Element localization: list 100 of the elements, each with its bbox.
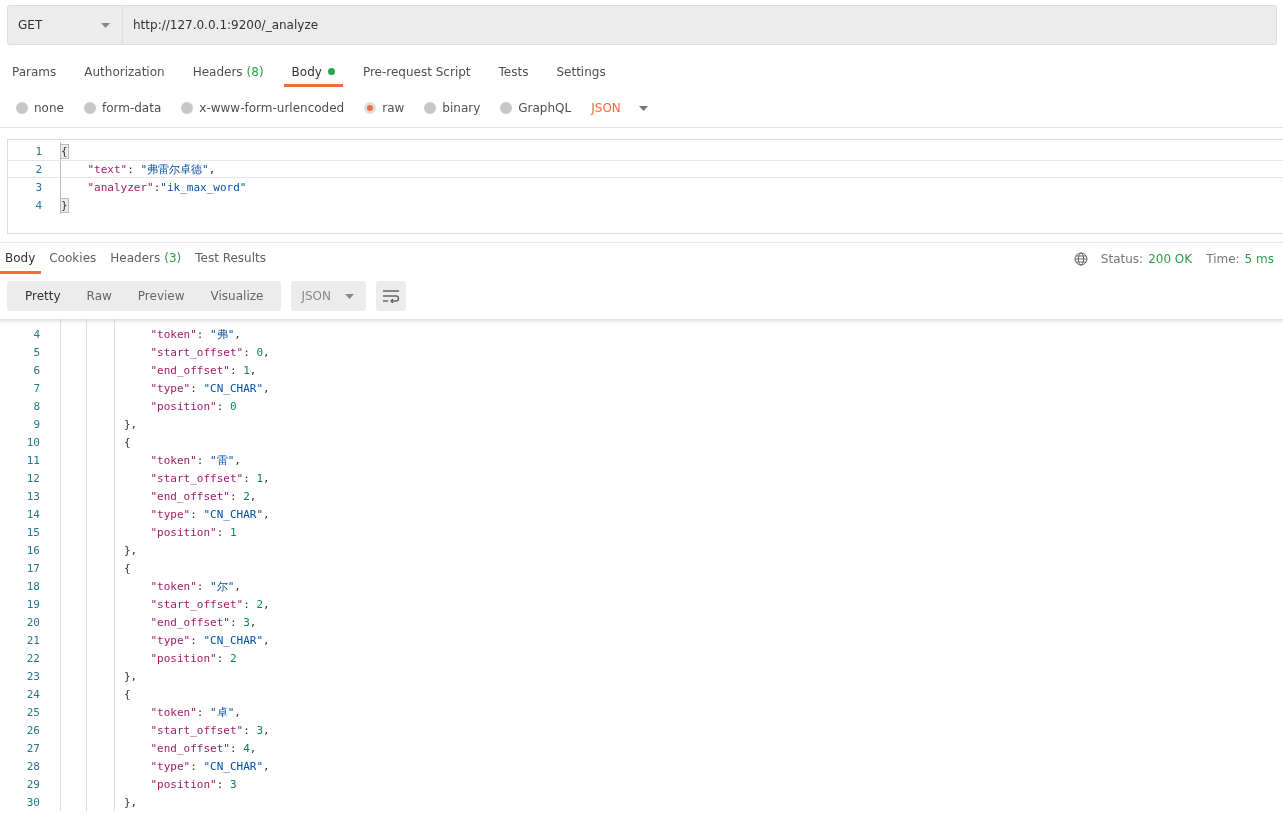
request-tab[interactable]: Settings <box>548 59 614 87</box>
line-number: 9 <box>32 417 41 431</box>
json-number: 4 <box>243 741 250 755</box>
code-editor[interactable]: 1 { 2 "text": "弗雷尔卓德", 3 "analyzer":"ik_max_word" 4 } <box>7 139 1283 234</box>
json-punctuation: : <box>190 381 198 395</box>
caret-icon <box>345 293 354 299</box>
json-key: "end_offset" <box>71 615 230 629</box>
json-key: "start_offset" <box>71 597 244 611</box>
json-key: "end_offset" <box>71 489 230 503</box>
request-tab[interactable]: Tests <box>490 59 537 87</box>
json-punctuation: : <box>127 162 135 176</box>
radio-label: binary <box>442 101 481 115</box>
line-number: 25 <box>25 705 41 719</box>
json-string: "CN_CHAR" <box>203 759 264 773</box>
json-key: "position" <box>71 777 217 791</box>
json-punctuation: }, <box>122 795 138 809</box>
status-value: 200 OK <box>1148 252 1193 266</box>
json-punctuation: , <box>234 705 241 719</box>
json-punctuation: , <box>263 471 270 485</box>
json-punctuation: , <box>249 741 257 755</box>
json-punctuation: : <box>196 327 205 341</box>
request-tab[interactable]: Authorization <box>76 59 173 87</box>
json-number: 0 <box>229 399 237 413</box>
time-value: 5 ms <box>1244 252 1274 266</box>
json-punctuation: : <box>153 180 161 194</box>
response-tab[interactable]: Headers (3) <box>105 244 188 274</box>
json-string: "卓" <box>210 704 235 720</box>
line-number: 14 <box>25 507 41 521</box>
method-dropdown[interactable]: GET <box>7 5 123 45</box>
radio-label: none <box>34 101 64 115</box>
line-number: 5 <box>32 345 41 359</box>
url-field[interactable]: http://127.0.0.1:9200/_analyze <box>123 5 1277 45</box>
line-number: 15 <box>25 525 41 539</box>
json-punctuation: { <box>122 687 131 701</box>
body-type-radio[interactable]: raw <box>364 101 405 115</box>
json-key: "analyzer" <box>61 180 154 194</box>
time-label: Time: <box>1206 252 1240 266</box>
json-key: "position" <box>71 651 217 665</box>
json-key: "end_offset" <box>71 363 230 377</box>
globe-icon[interactable] <box>1073 252 1088 266</box>
json-punctuation: : <box>229 489 238 503</box>
json-string: "CN_CHAR" <box>203 381 264 395</box>
line-number: 19 <box>25 597 41 611</box>
line-number: 28 <box>25 759 41 773</box>
wrap-icon <box>382 289 400 303</box>
json-punctuation: : <box>216 399 225 413</box>
json-key: "position" <box>71 525 217 539</box>
json-punctuation: : <box>216 651 225 665</box>
view-mode-button[interactable]: Preview <box>124 281 198 311</box>
json-punctuation: { <box>122 561 131 575</box>
body-type-radio[interactable]: none <box>16 101 64 115</box>
body-type-radio[interactable]: GraphQL <box>500 101 572 115</box>
json-punctuation: , <box>234 327 241 341</box>
json-key: "start_offset" <box>71 723 244 737</box>
line-number: 29 <box>25 777 41 791</box>
json-punctuation: , <box>263 633 270 647</box>
request-tab[interactable]: Pre-request Script <box>354 59 479 87</box>
json-number: 1 <box>229 525 237 539</box>
line-number: 4 <box>32 327 41 341</box>
line-number: 12 <box>25 471 41 485</box>
line-number: 6 <box>32 363 41 377</box>
json-string: "弗雷尔卓德" <box>140 161 209 177</box>
json-punctuation: }, <box>122 669 138 683</box>
json-punctuation: , <box>263 597 270 611</box>
json-brace: } <box>61 198 68 212</box>
view-mode-button[interactable]: Visualize <box>197 281 277 311</box>
line-number: 27 <box>25 741 41 755</box>
line-number: 4 <box>34 198 43 212</box>
format-label: JSON <box>591 101 621 115</box>
line-number: 23 <box>25 669 41 683</box>
body-type-radio[interactable]: form-data <box>83 101 162 115</box>
response-tab[interactable]: Cookies <box>44 244 103 274</box>
json-number: 2 <box>243 489 250 503</box>
request-tab[interactable]: Body <box>283 59 343 87</box>
json-punctuation: , <box>234 453 241 467</box>
json-string: "CN_CHAR" <box>203 507 264 521</box>
response-tab[interactable]: Body <box>0 244 42 274</box>
radio-label: form-data <box>101 101 162 115</box>
line-number: 3 <box>34 180 43 194</box>
json-punctuation: : <box>190 633 198 647</box>
json-punctuation: , <box>234 579 241 593</box>
request-tab[interactable]: Headers (8) <box>184 59 272 87</box>
json-key: "token" <box>71 579 197 593</box>
view-mode-button[interactable]: Raw <box>73 281 125 311</box>
json-string: "尔" <box>210 578 235 594</box>
json-punctuation: , <box>263 759 270 773</box>
wrap-lines-button[interactable] <box>376 281 406 311</box>
json-punctuation: }, <box>122 417 138 431</box>
json-string: "弗" <box>210 326 235 342</box>
line-number: 22 <box>25 651 41 665</box>
json-punctuation: : <box>229 363 238 377</box>
view-mode-button[interactable]: Pretty <box>12 281 74 311</box>
body-type-radio[interactable]: binary <box>424 101 481 115</box>
request-tab[interactable]: Params <box>4 59 65 87</box>
line-number: 18 <box>25 579 41 593</box>
line-number: 20 <box>25 615 41 629</box>
response-tab[interactable]: Test Results <box>190 244 272 274</box>
json-number: 3 <box>256 723 264 737</box>
json-key: "start_offset" <box>71 345 244 359</box>
line-number: 2 <box>34 162 43 176</box>
